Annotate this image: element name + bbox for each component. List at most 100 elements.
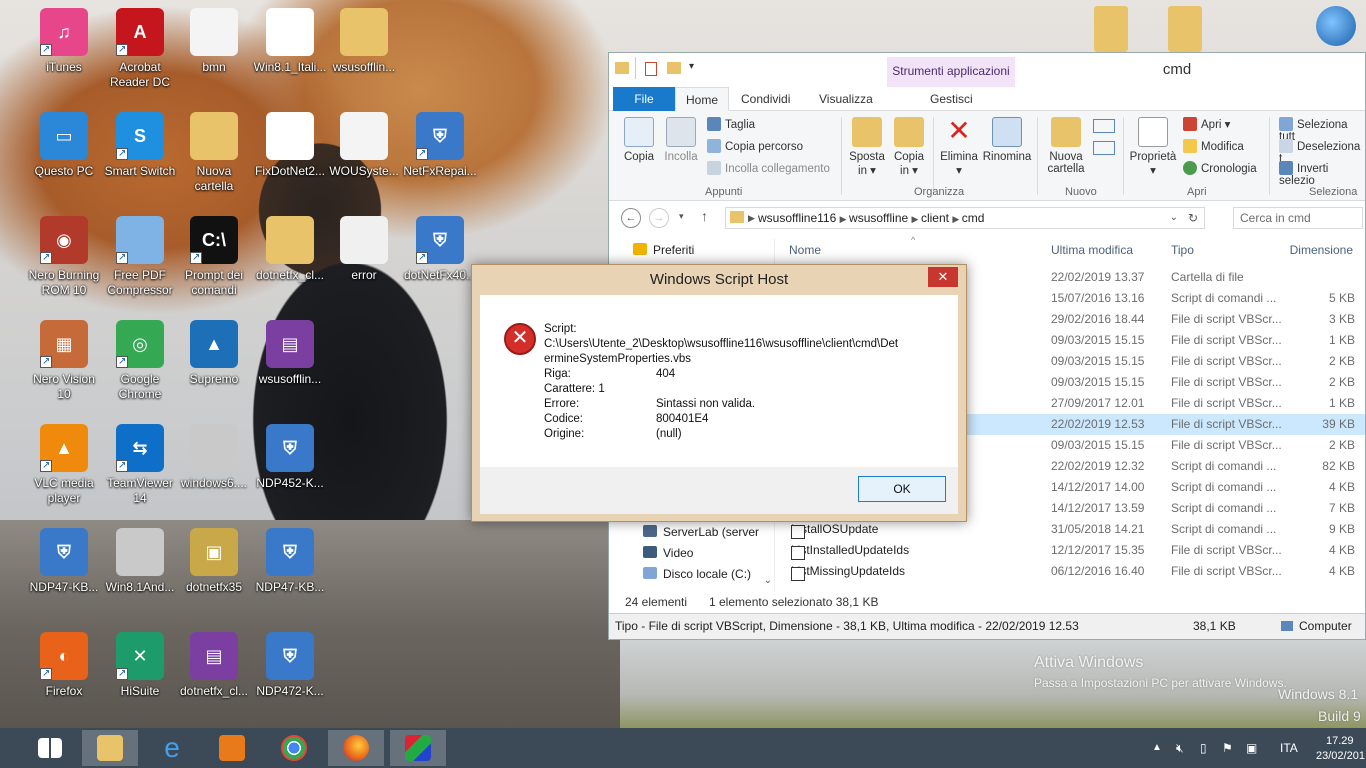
desktop-icon[interactable]: ♫ iTunes: [26, 8, 102, 75]
desktop-icon[interactable]: ▲ VLC media player: [26, 424, 102, 506]
desktop-icon[interactable]: ▲ Supremo: [176, 320, 252, 387]
nav-local-disk[interactable]: Disco locale (C:): [643, 567, 751, 581]
file-row[interactable]: InstallOSUpdate 31/05/2018 14.21 Script di…: [781, 519, 1365, 540]
desktop-icon[interactable]: wsusofflin...: [326, 8, 402, 75]
desktop-icon[interactable]: ⛨ NDP452-K...: [252, 424, 328, 491]
nav-scroll-down[interactable]: ⌄: [764, 575, 772, 586]
desktop-icon[interactable]: dotnetfx_cl...: [252, 216, 328, 283]
desktop-icon[interactable]: error: [326, 216, 402, 283]
delete-button[interactable]: ✕ Elimina ▾: [937, 117, 981, 178]
address-bar[interactable]: ▶ wsusoffline116 ▶ wsusoffline ▶ client …: [725, 207, 1205, 229]
desktop-folder-icon[interactable]: [1094, 6, 1128, 52]
file-row[interactable]: ListMissingUpdateIds 06/12/2016 16.40 File…: [781, 561, 1365, 582]
column-date[interactable]: Ultima modifica: [1051, 243, 1133, 257]
desktop-icon[interactable]: ▭ Questo PC: [26, 112, 102, 179]
taskbar-script-host[interactable]: [390, 730, 446, 766]
desktop-icon[interactable]: ⇆ TeamViewer 14: [102, 424, 178, 506]
move-to-button[interactable]: Sposta in ▾: [845, 117, 889, 177]
desktop-icon[interactable]: ⛨ dotNetFx40...: [402, 216, 478, 283]
desktop-icon[interactable]: A Acrobat Reader DC: [102, 8, 178, 90]
tab-home[interactable]: Home: [675, 87, 730, 111]
column-size[interactable]: Dimensione: [1290, 243, 1353, 257]
forward-button[interactable]: →: [649, 208, 669, 228]
volume-muted-icon[interactable]: 🔇︎: [1176, 728, 1184, 768]
taskbar-file-explorer[interactable]: [82, 730, 138, 766]
properties-button[interactable]: Proprietà ▾: [1127, 117, 1179, 177]
network-globe-icon[interactable]: [1316, 6, 1356, 46]
address-dropdown-icon[interactable]: ⌄: [1170, 208, 1178, 228]
desktop-icon[interactable]: C:\ Prompt dei comandi: [176, 216, 252, 298]
desktop-icon[interactable]: bmn: [176, 8, 252, 75]
copy-button[interactable]: Copia: [619, 117, 659, 163]
desktop-icon[interactable]: Win8.1And...: [102, 528, 178, 595]
taskbar-firefox[interactable]: [328, 730, 384, 766]
search-input[interactable]: Cerca in cmd: [1233, 207, 1363, 229]
refresh-icon[interactable]: ↻: [1188, 208, 1198, 228]
action-center-flag-icon[interactable]: ⚑: [1222, 728, 1233, 768]
tab-view[interactable]: Visualizza: [809, 87, 883, 111]
copy-path-button[interactable]: Copia percorso: [707, 139, 803, 153]
column-name[interactable]: Nome: [789, 243, 821, 257]
network-icon[interactable]: ▣: [1246, 728, 1257, 768]
open-button[interactable]: Apri ▾: [1183, 117, 1230, 131]
history-button[interactable]: Cronologia: [1183, 161, 1257, 175]
battery-icon[interactable]: ▯: [1200, 728, 1207, 768]
tab-manage[interactable]: Gestisci: [920, 87, 983, 111]
desktop-icon[interactable]: WOUSyste...: [326, 112, 402, 179]
taskbar-internet-explorer[interactable]: e: [144, 730, 200, 766]
paste-button[interactable]: Incolla: [659, 117, 703, 163]
tab-file[interactable]: File: [613, 87, 675, 111]
desktop-icon[interactable]: ◐ Firefox: [26, 632, 102, 699]
desktop-icon[interactable]: ⛨ NDP472-K...: [252, 632, 328, 699]
taskbar-chrome[interactable]: [266, 730, 322, 766]
ok-button[interactable]: OK: [858, 476, 946, 502]
breadcrumb-client[interactable]: client: [921, 211, 949, 225]
column-type[interactable]: Tipo: [1171, 243, 1194, 257]
desktop-icon[interactable]: ⛨ NDP47-KB...: [26, 528, 102, 595]
desktop-icon[interactable]: ⛨ NDP47-KB...: [252, 528, 328, 595]
breadcrumb-cmd[interactable]: cmd: [962, 211, 985, 225]
up-arrow-icon[interactable]: ↑: [701, 208, 708, 224]
new-item-icon[interactable]: [1093, 119, 1115, 133]
paste-shortcut-button[interactable]: Incolla collegamento: [707, 161, 830, 175]
desktop-icon[interactable]: ▤ wsusofflin...: [252, 320, 328, 387]
edit-button[interactable]: Modifica: [1183, 139, 1244, 153]
desktop-icon[interactable]: ◉ Nero Burning ROM 10: [26, 216, 102, 298]
dialog-close-button[interactable]: ✕: [928, 267, 958, 287]
new-folder-button[interactable]: Nuova cartella: [1043, 117, 1089, 175]
nav-serverlab[interactable]: ServerLab (server: [643, 525, 759, 539]
invert-selection-button[interactable]: Inverti selezio: [1279, 161, 1365, 187]
file-row[interactable]: ListInstalledUpdateIds 12/12/2017 15.35 Fi…: [781, 540, 1365, 561]
start-button[interactable]: [24, 730, 80, 766]
clock-date[interactable]: 23/02/201: [1316, 736, 1365, 768]
input-language[interactable]: ITA: [1280, 728, 1298, 768]
desktop-icon[interactable]: ▣ dotnetfx35: [176, 528, 252, 595]
breadcrumb-wsusoffline116[interactable]: wsusoffline116: [758, 211, 836, 225]
nav-favorites[interactable]: Preferiti: [633, 243, 694, 257]
desktop-icon[interactable]: windows6....: [176, 424, 252, 491]
copy-to-button[interactable]: Copia in ▾: [889, 117, 929, 177]
desktop-icon[interactable]: ▤ dotnetfx_cl...: [176, 632, 252, 699]
cut-button[interactable]: Taglia: [707, 117, 755, 131]
tab-share[interactable]: Condividi: [731, 87, 800, 111]
dialog-title: Windows Script Host ✕: [472, 265, 966, 295]
show-hidden-icons[interactable]: ▲: [1152, 728, 1162, 768]
nav-video[interactable]: Video: [643, 546, 693, 560]
desktop-icon[interactable]: ◎ Google Chrome: [102, 320, 178, 402]
breadcrumb-wsusoffline[interactable]: wsusoffline: [849, 211, 908, 225]
back-button[interactable]: ←: [621, 208, 641, 228]
desktop-icon[interactable]: Nuova cartella: [176, 112, 252, 194]
desktop-icon[interactable]: ⛨ NetFxRepai...: [402, 112, 478, 179]
desktop-icon[interactable]: Free PDF Compressor: [102, 216, 178, 298]
desktop-icon[interactable]: ⇨ FixDotNet2...: [252, 112, 328, 179]
taskbar-media-player[interactable]: [204, 730, 260, 766]
desktop-icon[interactable]: ▦ Nero Vision 10: [26, 320, 102, 402]
easy-access-icon[interactable]: [1093, 141, 1115, 155]
desktop-icon[interactable]: Win8.1_Itali...: [252, 8, 328, 75]
error-icon: ✕: [504, 323, 536, 355]
rename-button[interactable]: Rinomina: [981, 117, 1033, 163]
desktop-icon[interactable]: ✕ HiSuite: [102, 632, 178, 699]
recent-locations-icon[interactable]: ▾: [679, 211, 684, 222]
desktop-icon[interactable]: S Smart Switch: [102, 112, 178, 179]
desktop-folder-icon[interactable]: [1168, 6, 1202, 52]
